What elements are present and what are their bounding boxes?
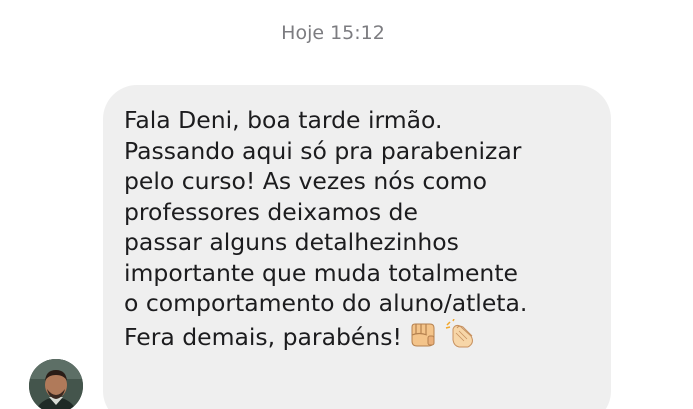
avatar[interactable]: [29, 359, 83, 409]
clapping-hands-emoji: [444, 318, 476, 357]
message-line: professores deixamos de: [124, 197, 418, 226]
avatar-photo: [29, 359, 83, 409]
message-line: pelo curso! As vezes nós como: [124, 167, 487, 195]
chat-screen: Hoje 15:12 Fala Deni, boa tarde irmão. P…: [0, 0, 693, 409]
message-line: Passando aqui só pra parabenizar: [124, 136, 522, 165]
message-line: importante que muda totalmente: [124, 258, 518, 287]
message-line: o comportamento do aluno/atleta.: [124, 289, 528, 317]
fist-bump-emoji: [408, 321, 438, 357]
message-last-line: Fera demais, parabéns!: [124, 318, 593, 357]
message-bubble[interactable]: Fala Deni, boa tarde irmão. Passando aqu…: [103, 85, 611, 409]
message-line: Fala Deni, boa tarde irmão.: [124, 106, 443, 134]
message-line: passar alguns detalhezinhos: [124, 228, 459, 256]
message-timestamp: Hoje 15:12: [281, 22, 385, 44]
message-line: Fera demais, parabéns!: [124, 322, 402, 351]
